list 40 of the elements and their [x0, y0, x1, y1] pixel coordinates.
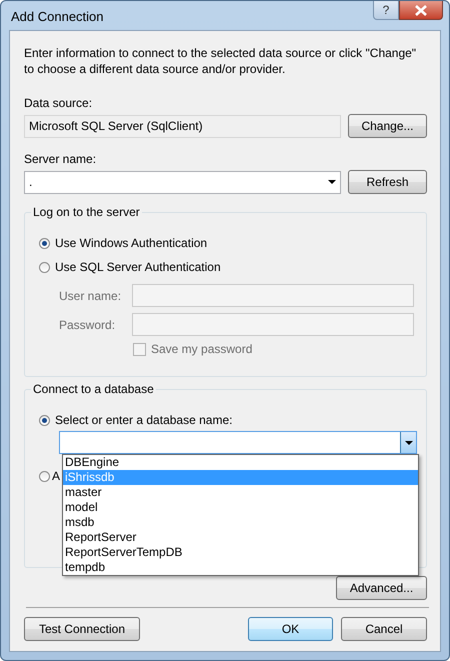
dropdown-item[interactable]: DBEngine: [63, 455, 418, 470]
radio-label: Select or enter a database name:: [55, 413, 232, 427]
input-field[interactable]: [132, 284, 414, 307]
group-title: Log on to the server: [31, 205, 142, 219]
dropdown-arrow-icon: [404, 440, 412, 444]
dropdown-button[interactable]: [400, 432, 416, 453]
close-icon: [414, 4, 428, 16]
change-button[interactable]: Change...: [348, 114, 427, 138]
field-label: Data source:: [24, 96, 92, 110]
window-title: Add Connection: [11, 9, 104, 24]
radio-label: A: [52, 469, 60, 483]
radio-button[interactable]: [39, 470, 50, 482]
radio-label: Use Windows Authentication: [55, 236, 208, 250]
dropdown-item[interactable]: msdb: [63, 515, 418, 530]
field-label: Server name:: [24, 152, 96, 166]
server-name-combo[interactable]: .: [24, 170, 341, 194]
radio-label: Use SQL Server Authentication: [55, 260, 221, 274]
radio-button[interactable]: [39, 238, 50, 248]
field-label: User name:: [59, 288, 122, 302]
dialog-button[interactable]: Test Connection: [24, 617, 140, 641]
dialog-button[interactable]: Cancel: [341, 617, 427, 641]
dropdown-item[interactable]: ReportServerTempDB: [63, 545, 418, 560]
dropdown-item[interactable]: model: [63, 500, 418, 515]
dropdown-item[interactable]: master: [63, 485, 418, 500]
dialog-button[interactable]: OK: [248, 617, 333, 641]
instructions-text: Enter information to connect to the selected data source or click "Change" to choose a different data source and/or provider.: [24, 45, 418, 77]
radio-button[interactable]: [39, 414, 50, 426]
input-field[interactable]: [132, 313, 414, 336]
checkbox-label: Save my password: [151, 342, 252, 356]
field-label: Password:: [59, 318, 116, 332]
help-button[interactable]: ?: [373, 1, 399, 20]
data-source-field[interactable]: Microsoft SQL Server (SqlClient): [24, 114, 341, 138]
refresh-button[interactable]: Refresh: [348, 170, 427, 194]
dropdown-item[interactable]: ReportServer: [63, 530, 418, 545]
close-button[interactable]: [399, 1, 443, 20]
radio-button[interactable]: [39, 262, 50, 272]
advanced-button[interactable]: Advanced...: [336, 576, 427, 600]
dropdown-arrow-icon: [328, 180, 336, 184]
dropdown-item[interactable]: tempdb: [63, 560, 418, 575]
group-title: Connect to a database: [31, 382, 156, 396]
